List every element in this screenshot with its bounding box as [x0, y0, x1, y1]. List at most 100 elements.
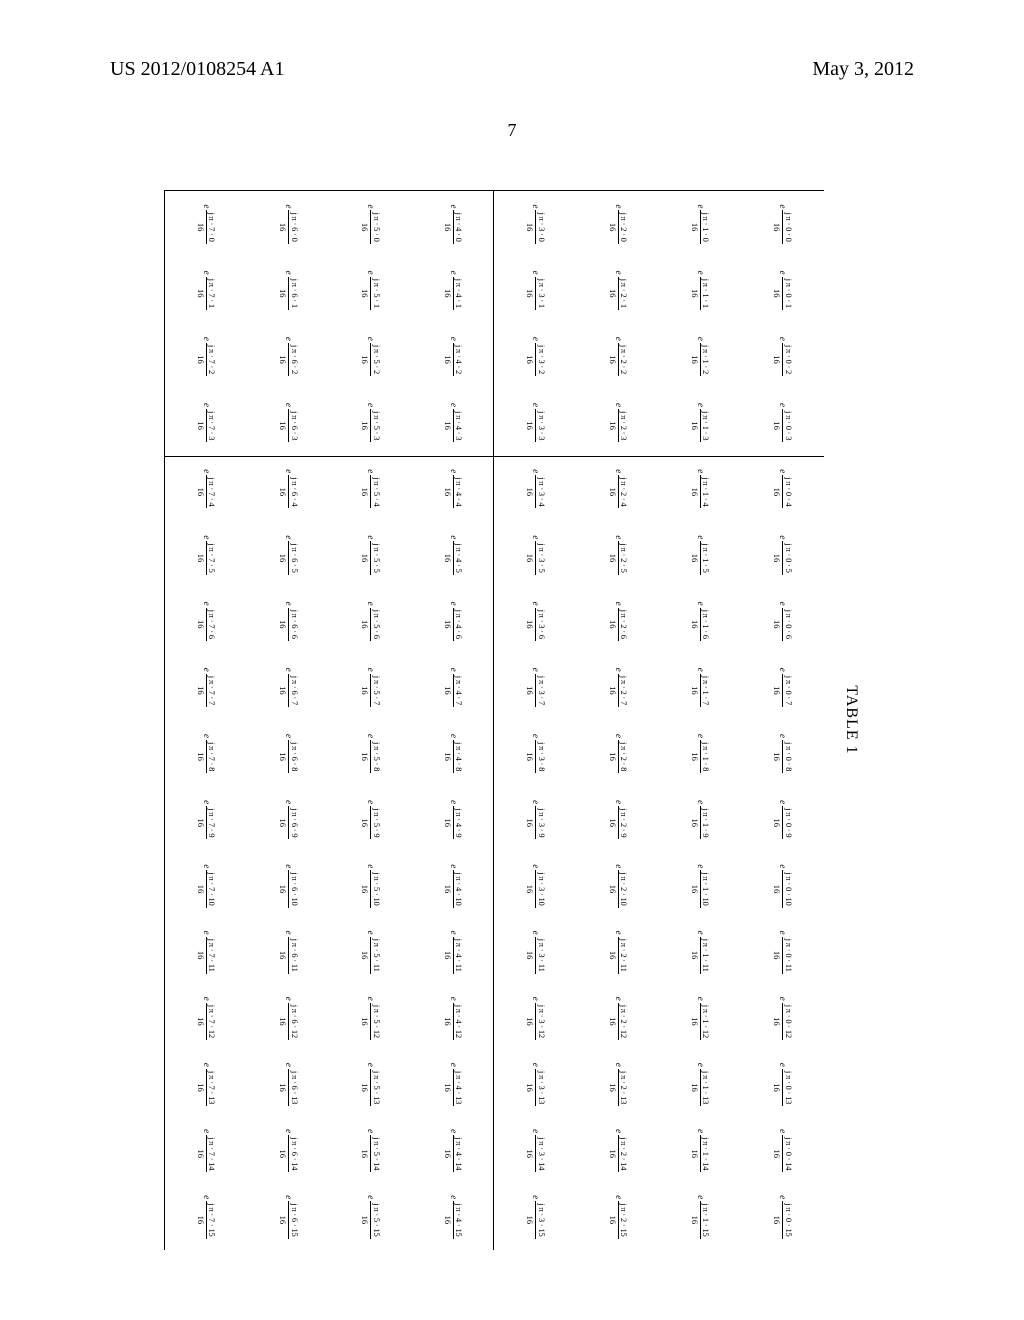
expression: ej π · 0 · 1416	[773, 1129, 793, 1172]
table-cell: ej π · 2 · 616	[577, 588, 659, 654]
table-cell: ej π · 2 · 1416	[577, 1118, 659, 1184]
table-cell: ej π · 0 · 1416	[742, 1118, 824, 1184]
expression: ej π · 0 · 816	[773, 734, 793, 773]
expression: ej π · 3 · 516	[526, 535, 546, 574]
expression: ej π · 2 · 616	[608, 602, 628, 641]
expression: ej π · 6 · 116	[279, 271, 299, 310]
table-cell: ej π · 6 · 316	[247, 390, 329, 456]
expression: ej π · 3 · 016	[526, 204, 546, 243]
table-cell: ej π · 5 · 416	[330, 456, 412, 522]
table-cell: ej π · 2 · 016	[577, 191, 659, 257]
expression: ej π · 6 · 316	[279, 403, 299, 442]
table-cell: ej π · 3 · 716	[495, 654, 577, 720]
table-cell: ej π · 7 · 1516	[165, 1184, 247, 1250]
table-cell: ej π · 4 · 016	[412, 191, 494, 257]
table-cell: ej π · 4 · 416	[412, 456, 494, 522]
expression: ej π · 2 · 416	[608, 469, 628, 508]
expression: ej π · 2 · 516	[608, 535, 628, 574]
expression: ej π · 6 · 1216	[279, 997, 299, 1040]
expression: ej π · 4 · 1016	[443, 864, 463, 907]
expression: ej π · 5 · 316	[361, 403, 381, 442]
table-cell: ej π · 6 · 1316	[247, 1051, 329, 1117]
table-cell: ej π · 1 · 816	[659, 721, 741, 787]
expression: ej π · 0 · 1116	[773, 931, 793, 974]
table-cell: ej π · 3 · 1116	[495, 919, 577, 985]
table-cell: ej π · 0 · 416	[742, 456, 824, 522]
expression: ej π · 2 · 1116	[608, 931, 628, 974]
table-cell: ej π · 2 · 1316	[577, 1051, 659, 1117]
table-cell: ej π · 1 · 116	[659, 257, 741, 323]
expression: ej π · 3 · 1416	[526, 1129, 546, 1172]
expression: ej π · 7 · 316	[196, 403, 216, 442]
table-cell: ej π · 3 · 216	[495, 323, 577, 389]
table-cell: ej π · 4 · 816	[412, 721, 494, 787]
table-cell: ej π · 3 · 116	[495, 257, 577, 323]
table-cell: ej π · 6 · 516	[247, 522, 329, 588]
table-cell: ej π · 3 · 1316	[495, 1051, 577, 1117]
table-cell: ej π · 5 · 1416	[330, 1118, 412, 1184]
table-cell: ej π · 6 · 416	[247, 456, 329, 522]
expression: ej π · 5 · 416	[361, 469, 381, 508]
table-cell: ej π · 1 · 916	[659, 787, 741, 853]
table-cell: ej π · 5 · 116	[330, 257, 412, 323]
expression: ej π · 5 · 1316	[361, 1063, 381, 1106]
expression: ej π · 2 · 816	[608, 734, 628, 773]
expression: ej π · 0 · 916	[773, 800, 793, 839]
table-cell: ej π · 7 · 716	[165, 654, 247, 720]
expression: ej π · 6 · 416	[279, 469, 299, 508]
expression: ej π · 2 · 1316	[608, 1063, 628, 1106]
table-cell: ej π · 3 · 1216	[495, 985, 577, 1051]
expression: ej π · 5 · 1416	[361, 1129, 381, 1172]
table-cell: ej π · 5 · 216	[330, 323, 412, 389]
table-cell: ej π · 5 · 916	[330, 787, 412, 853]
table-cell: ej π · 0 · 216	[742, 323, 824, 389]
table-cell: ej π · 0 · 1116	[742, 919, 824, 985]
expression: ej π · 4 · 916	[443, 800, 463, 839]
expression: ej π · 6 · 016	[279, 204, 299, 243]
expression: ej π · 6 · 616	[279, 602, 299, 641]
table-cell: ej π · 2 · 1116	[577, 919, 659, 985]
expression: ej π · 5 · 1016	[361, 864, 381, 907]
expression: ej π · 4 · 116	[443, 271, 463, 310]
expression: ej π · 7 · 016	[196, 204, 216, 243]
table-cell: ej π · 4 · 1416	[412, 1118, 494, 1184]
expression: ej π · 7 · 1316	[196, 1063, 216, 1106]
expression: ej π · 0 · 016	[773, 204, 793, 243]
table-cell: ej π · 7 · 616	[165, 588, 247, 654]
expression: ej π · 5 · 516	[361, 535, 381, 574]
table-cell: ej π · 4 · 1316	[412, 1051, 494, 1117]
publication-number: US 2012/0108254 A1	[110, 58, 284, 81]
table-cell: ej π · 6 · 1016	[247, 853, 329, 919]
table-cell: ej π · 7 · 516	[165, 522, 247, 588]
expression: ej π · 5 · 116	[361, 271, 381, 310]
table-cell: ej π · 6 · 1116	[247, 919, 329, 985]
table-cell: ej π · 3 · 016	[495, 191, 577, 257]
expression: ej π · 1 · 016	[690, 204, 710, 243]
table-cell: ej π · 4 · 916	[412, 787, 494, 853]
expression: ej π · 1 · 1516	[690, 1195, 710, 1238]
table-cell: ej π · 4 · 716	[412, 654, 494, 720]
expression: ej π · 7 · 1116	[196, 931, 216, 974]
table-cell: ej π · 7 · 1316	[165, 1051, 247, 1117]
table-cell: ej π · 1 · 1116	[659, 919, 741, 985]
expression: ej π · 6 · 1516	[279, 1195, 299, 1238]
expression: ej π · 7 · 716	[196, 668, 216, 707]
expression: ej π · 7 · 1216	[196, 997, 216, 1040]
table-cell: ej π · 6 · 116	[247, 257, 329, 323]
expression: ej π · 0 · 416	[773, 469, 793, 508]
expression: ej π · 3 · 1316	[526, 1063, 546, 1106]
table-cell: ej π · 7 · 1216	[165, 985, 247, 1051]
expression: ej π · 1 · 716	[690, 668, 710, 707]
table-cell: ej π · 4 · 316	[412, 390, 494, 456]
table-cell: ej π · 1 · 016	[659, 191, 741, 257]
expression: ej π · 5 · 1216	[361, 997, 381, 1040]
expression: ej π · 2 · 716	[608, 668, 628, 707]
expression: ej π · 6 · 916	[279, 800, 299, 839]
table-cell: ej π · 1 · 316	[659, 390, 741, 456]
expression: ej π · 2 · 316	[608, 403, 628, 442]
table-cell: ej π · 7 · 116	[165, 257, 247, 323]
table-cell: ej π · 2 · 1016	[577, 853, 659, 919]
table-cell: ej π · 4 · 1116	[412, 919, 494, 985]
expression: ej π · 5 · 1516	[361, 1195, 381, 1238]
table-cell: ej π · 1 · 1416	[659, 1118, 741, 1184]
